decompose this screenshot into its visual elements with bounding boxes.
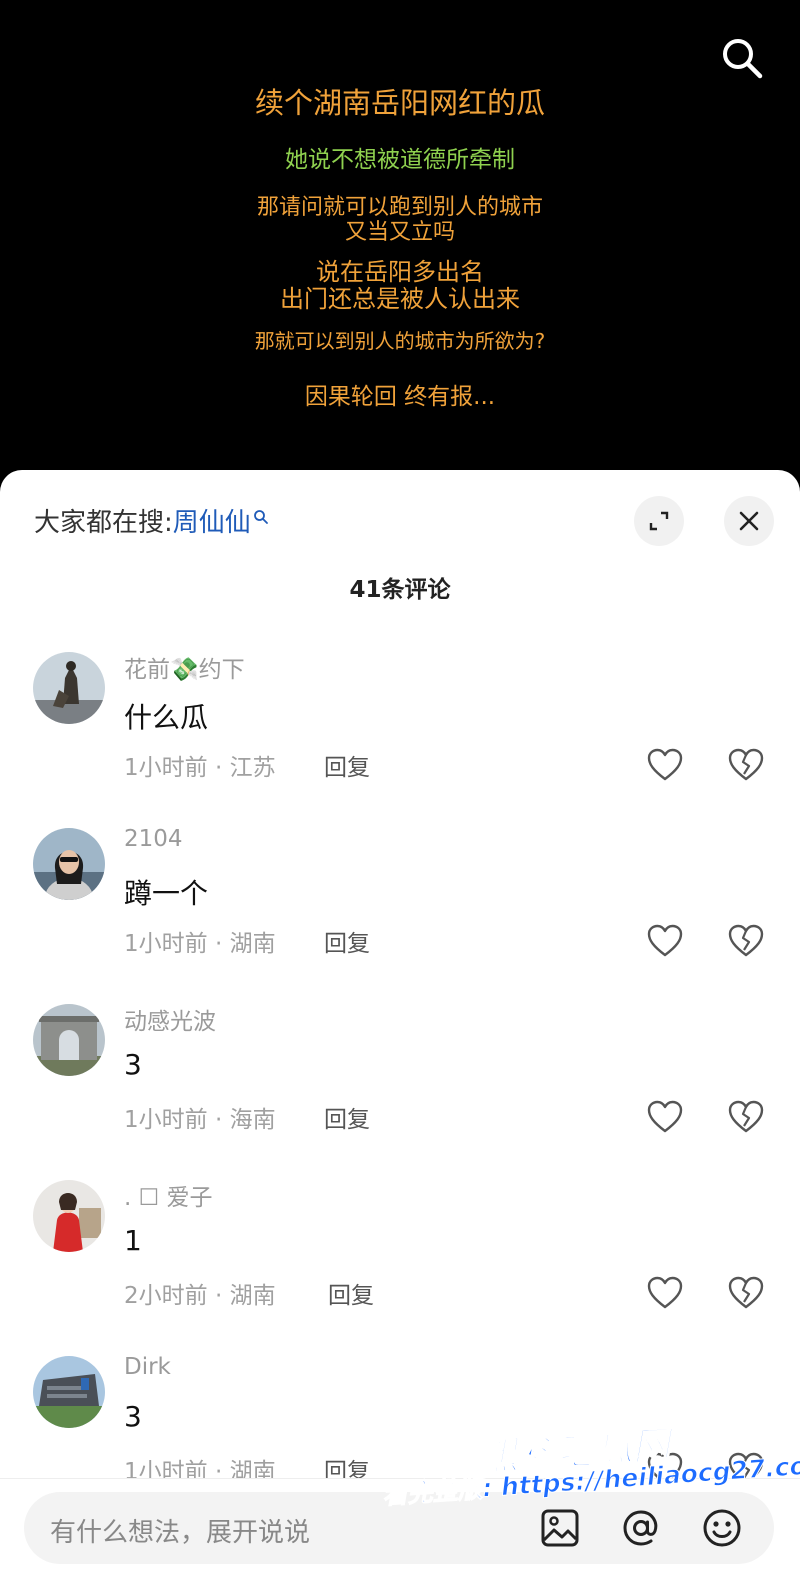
avatar[interactable] bbox=[33, 1356, 105, 1428]
like-button[interactable] bbox=[647, 748, 683, 782]
comment-item: . ☐ 爱子 1 2小时前 · 湖南 回复 bbox=[0, 1180, 800, 1356]
dislike-button[interactable] bbox=[728, 748, 764, 782]
comment-text: 3 bbox=[124, 1400, 142, 1433]
like-button[interactable] bbox=[647, 1100, 683, 1134]
image-button[interactable] bbox=[540, 1508, 580, 1548]
reply-button[interactable]: 回复 bbox=[324, 1100, 370, 1134]
reply-button[interactable]: 回复 bbox=[328, 1276, 374, 1310]
image-icon bbox=[541, 1509, 579, 1547]
comment-item: 动感光波 3 1小时前 · 海南 回复 bbox=[0, 1004, 800, 1180]
video-caption-line: 那就可以到别人的城市为所欲为? bbox=[254, 329, 546, 353]
video-caption-line: 因果轮回 终有报... bbox=[304, 384, 496, 410]
avatar[interactable] bbox=[33, 1004, 105, 1076]
comment-meta: 1小时前 · 湖南 bbox=[124, 931, 276, 957]
video-player[interactable]: 续个湖南岳阳网红的瓜 她说不想被道德所牵制 那请问就可以跑到别人的城市 又当又立… bbox=[0, 0, 800, 480]
close-icon bbox=[739, 511, 759, 531]
search-icon bbox=[253, 502, 269, 532]
comment-username[interactable]: 2104 bbox=[124, 826, 183, 852]
comment-meta: 1小时前 · 江苏 bbox=[124, 755, 276, 781]
emoji-icon bbox=[703, 1509, 741, 1547]
video-caption-line: 出门还总是被人认出来 bbox=[280, 285, 520, 313]
dislike-button[interactable] bbox=[728, 1100, 764, 1134]
emoji-button[interactable] bbox=[702, 1508, 742, 1548]
comment-sheet: 大家都在搜:周仙仙 41条评论 花前💸约下 什么瓜 1小时前 · 江苏 回复 2… bbox=[0, 470, 800, 1573]
comment-username[interactable]: 花前💸约下 bbox=[124, 650, 245, 684]
broken-heart-icon bbox=[728, 924, 764, 957]
dislike-button[interactable] bbox=[728, 924, 764, 958]
search-icon bbox=[723, 39, 763, 79]
heart-icon bbox=[647, 748, 683, 781]
trending-search[interactable]: 大家都在搜:周仙仙 bbox=[34, 502, 269, 539]
video-caption-title: 续个湖南岳阳网红的瓜 bbox=[254, 86, 545, 120]
heart-icon bbox=[647, 924, 683, 957]
heart-icon bbox=[647, 1276, 683, 1309]
trending-prefix: 大家都在搜: bbox=[34, 508, 173, 538]
comment-item: 2104 蹲一个 1小时前 · 湖南 回复 bbox=[0, 826, 800, 1004]
comment-count: 41条评论 bbox=[349, 577, 451, 603]
avatar[interactable] bbox=[33, 652, 105, 724]
comment-item: 花前💸约下 什么瓜 1小时前 · 江苏 回复 bbox=[0, 652, 800, 828]
reply-button[interactable]: 回复 bbox=[324, 924, 370, 958]
comment-username[interactable]: Dirk bbox=[124, 1354, 171, 1380]
like-button[interactable] bbox=[647, 924, 683, 958]
broken-heart-icon bbox=[728, 1100, 764, 1133]
avatar[interactable] bbox=[33, 1180, 105, 1252]
comment-input-placeholder: 有什么想法，展开说说 bbox=[50, 1518, 311, 1548]
comment-meta: 1小时前 · 海南 bbox=[124, 1107, 276, 1133]
comment-text: 什么瓜 bbox=[124, 701, 209, 734]
expand-button[interactable] bbox=[634, 496, 684, 546]
reply-button[interactable]: 回复 bbox=[324, 748, 370, 782]
comment-username[interactable]: . ☐ 爱子 bbox=[124, 1178, 213, 1212]
close-button[interactable] bbox=[724, 496, 774, 546]
avatar[interactable] bbox=[33, 828, 105, 900]
mention-button[interactable] bbox=[621, 1508, 661, 1548]
search-button[interactable] bbox=[720, 36, 764, 80]
dislike-button[interactable] bbox=[728, 1276, 764, 1310]
broken-heart-icon bbox=[728, 1276, 764, 1309]
video-caption-line: 又当又立吗 bbox=[344, 220, 455, 245]
expand-icon bbox=[649, 511, 669, 531]
trending-term-link[interactable]: 周仙仙 bbox=[173, 508, 251, 538]
comment-text: 1 bbox=[124, 1224, 142, 1257]
broken-heart-icon bbox=[728, 748, 764, 781]
video-caption-line: 她说不想被道德所牵制 bbox=[285, 147, 515, 173]
comment-text: 蹲一个 bbox=[124, 877, 209, 910]
heart-icon bbox=[647, 1100, 683, 1133]
comment-username[interactable]: 动感光波 bbox=[124, 1002, 216, 1036]
comment-text: 3 bbox=[124, 1048, 142, 1081]
at-icon bbox=[623, 1510, 658, 1546]
like-button[interactable] bbox=[647, 1276, 683, 1310]
comment-meta: 2小时前 · 湖南 bbox=[124, 1283, 276, 1309]
